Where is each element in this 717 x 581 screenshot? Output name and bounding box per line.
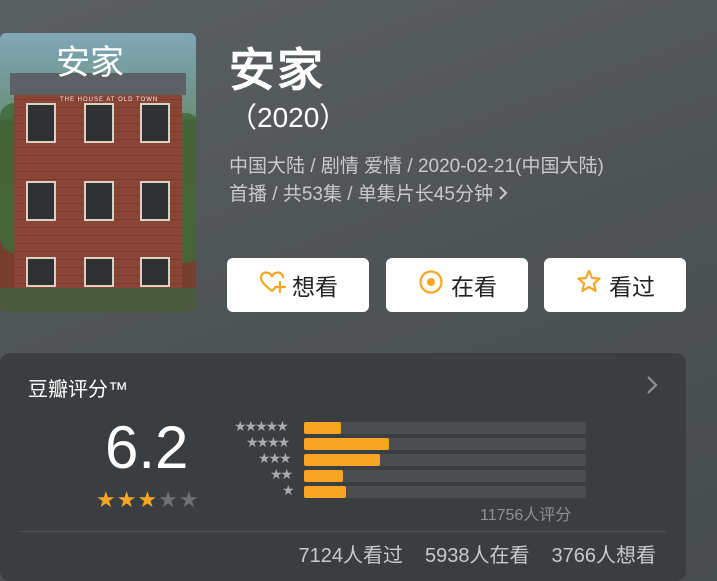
rating-count: 11756人评分: [480, 507, 572, 524]
watching-button-label: 在看: [451, 274, 497, 300]
target-circle-icon: [417, 268, 445, 302]
rating-bar-track: [304, 422, 586, 434]
poster-image[interactable]: 安家 THE HOUSE AT OLD TOWN: [0, 33, 196, 312]
rating-row-4-star: ★★★★: [222, 434, 592, 451]
poster-window: [84, 181, 114, 221]
watching-count: 5938人在看: [425, 545, 530, 567]
rating-score: 6.2: [105, 414, 189, 481]
rating-bar-track: [304, 486, 586, 498]
star-filled-icon: ★: [116, 487, 137, 512]
rating-label: 豆瓣评分™: [28, 379, 128, 401]
poster-window: [26, 181, 56, 221]
rating-bar-fill: [304, 454, 380, 466]
rating-bar-track: [304, 470, 586, 482]
divider: [20, 531, 666, 532]
watch-stats: 7124人看过 5938人在看 3766人想看: [299, 539, 657, 568]
watched-button[interactable]: 看过: [544, 258, 686, 312]
poster-window: [140, 103, 170, 143]
row-star-icons: ★★: [270, 466, 293, 482]
rating-card[interactable]: 豆瓣评分™ 6.2 ★ ★ ★ ★ ★ ★★★★★ ★★★★ ★★★ ★★ ★ 11756人评分…: [0, 353, 686, 581]
star-filled-icon: ★: [96, 487, 116, 512]
rating-row-2-star: ★★: [222, 466, 592, 483]
rating-row-5-star: ★★★★★: [222, 418, 592, 435]
want-count: 3766人想看: [551, 545, 657, 567]
poster-window: [84, 257, 114, 287]
watched-count: 7124人看过: [298, 545, 404, 567]
show-meta[interactable]: 中国大陆 / 剧情 爱情 / 2020-02-21(中国大陆) 首播 / 共53…: [229, 153, 709, 209]
meta-line-2: 首播 / 共53集 / 单集片长45分钟: [229, 181, 709, 209]
chevron-right-icon: [498, 184, 508, 205]
rating-stars: ★ ★ ★ ★ ★: [96, 489, 199, 511]
poster-ground: [0, 288, 196, 312]
poster-title: 安家: [56, 43, 124, 83]
rating-bar-fill: [304, 470, 343, 482]
poster-window: [140, 181, 170, 221]
star-filled-icon: ★: [137, 487, 158, 512]
show-title: 安家: [229, 44, 325, 96]
row-star-icons: ★★★: [258, 450, 292, 466]
watching-button[interactable]: 在看: [386, 258, 528, 312]
row-star-icons: ★: [282, 482, 294, 498]
rating-bar-fill: [304, 438, 389, 450]
show-year: （2020）: [229, 102, 348, 133]
rating-bar-fill: [304, 422, 341, 434]
poster-window: [26, 103, 56, 143]
poster-window: [26, 257, 56, 287]
meta-line-1: 中国大陆 / 剧情 爱情 / 2020-02-21(中国大陆): [229, 156, 604, 177]
want-button-label: 想看: [292, 274, 338, 300]
row-star-icons: ★★★★: [246, 434, 290, 450]
rating-bar-fill: [304, 486, 346, 498]
row-star-icons: ★★★★★: [234, 418, 289, 434]
star-empty-icon: ★: [158, 487, 178, 512]
want-button[interactable]: 想看: [227, 258, 369, 312]
rating-row-1-star: ★: [222, 482, 592, 499]
watched-button-label: 看过: [609, 274, 655, 300]
poster-window: [140, 257, 170, 287]
star-outline-icon: [575, 268, 603, 302]
chevron-right-icon[interactable]: [645, 375, 659, 395]
rating-row-3-star: ★★★: [222, 450, 592, 467]
meta-line-2-text: 首播 / 共53集 / 单集片长45分钟: [229, 184, 493, 205]
poster-window: [84, 103, 114, 143]
star-empty-icon: ★: [178, 487, 199, 512]
poster-subtitle: THE HOUSE AT OLD TOWN: [60, 97, 159, 103]
heart-plus-icon: [258, 268, 287, 302]
